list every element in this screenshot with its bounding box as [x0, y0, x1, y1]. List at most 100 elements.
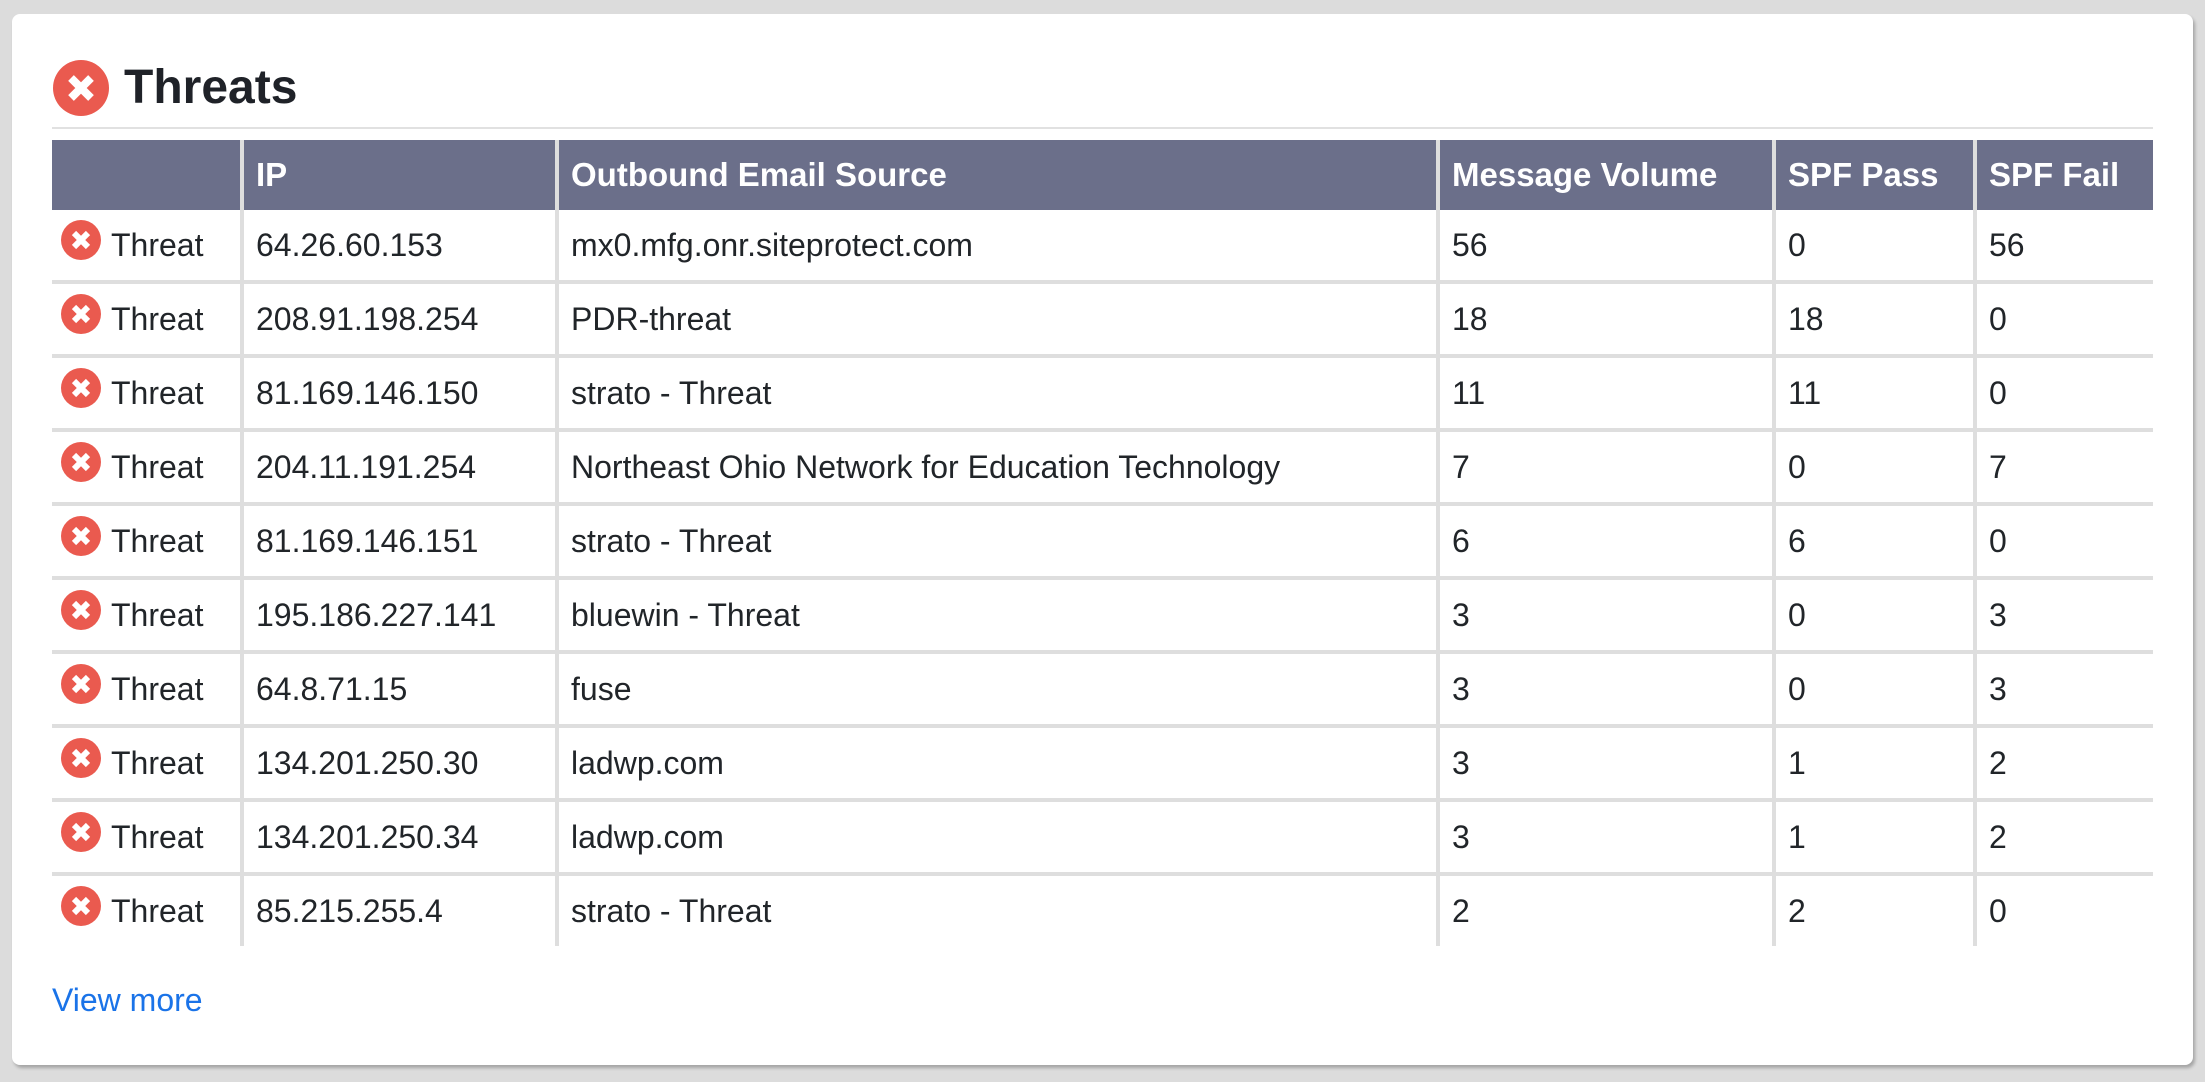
table-row: Threat 195.186.227.141 bluewin - Threat … [52, 576, 2153, 652]
column-header-spf-pass[interactable]: SPF Pass [1772, 140, 1975, 210]
message-volume-cell: 3 [1436, 798, 1774, 874]
message-volume-cell: 18 [1436, 280, 1774, 356]
header-divider [52, 127, 2153, 129]
column-header-message-volume[interactable]: Message Volume [1436, 140, 1774, 210]
message-volume-cell: 3 [1436, 724, 1774, 800]
spf-pass-cell: 1 [1772, 724, 1975, 800]
spf-fail-cell: 0 [1973, 280, 2153, 356]
spf-fail-cell: 56 [1973, 210, 2153, 282]
x-circle-icon [60, 663, 102, 705]
ip-cell: 85.215.255.4 [240, 872, 557, 946]
message-volume-cell: 56 [1436, 210, 1774, 282]
status-cell: Threat [52, 798, 242, 874]
x-circle-icon [60, 441, 102, 483]
x-circle-icon [60, 885, 102, 927]
spf-pass-cell: 0 [1772, 210, 1975, 282]
ip-cell: 64.26.60.153 [240, 210, 557, 282]
spf-fail-cell: 3 [1973, 650, 2153, 726]
spf-fail-cell: 3 [1973, 576, 2153, 652]
message-volume-cell: 6 [1436, 502, 1774, 578]
spf-pass-cell: 18 [1772, 280, 1975, 356]
threats-card: Threats IP Outbound Email Source Message… [12, 14, 2193, 1065]
source-cell: ladwp.com [555, 724, 1438, 800]
source-cell: bluewin - Threat [555, 576, 1438, 652]
spf-pass-cell: 1 [1772, 798, 1975, 874]
ip-cell: 208.91.198.254 [240, 280, 557, 356]
spf-fail-cell: 0 [1973, 502, 2153, 578]
table-row: Threat 85.215.255.4 strato - Threat 2 2 … [52, 872, 2153, 946]
spf-pass-cell: 0 [1772, 428, 1975, 504]
source-cell: PDR-threat [555, 280, 1438, 356]
table-row: Threat 64.8.71.15 fuse 3 0 3 [52, 650, 2153, 726]
ip-cell: 204.11.191.254 [240, 428, 557, 504]
status-label: Threat [111, 596, 204, 633]
status-label: Threat [111, 448, 204, 485]
x-circle-icon [60, 811, 102, 853]
status-cell: Threat [52, 354, 242, 430]
spf-fail-cell: 2 [1973, 724, 2153, 800]
ip-cell: 134.201.250.34 [240, 798, 557, 874]
status-cell: Threat [52, 650, 242, 726]
source-cell: strato - Threat [555, 502, 1438, 578]
status-label: Threat [111, 522, 204, 559]
spf-fail-cell: 2 [1973, 798, 2153, 874]
status-cell: Threat [52, 724, 242, 800]
x-circle-icon [60, 367, 102, 409]
spf-pass-cell: 6 [1772, 502, 1975, 578]
status-label: Threat [111, 744, 204, 781]
threats-table: IP Outbound Email Source Message Volume … [52, 140, 2153, 946]
table-header-row: IP Outbound Email Source Message Volume … [52, 140, 2153, 210]
ip-cell: 64.8.71.15 [240, 650, 557, 726]
table-row: Threat 134.201.250.34 ladwp.com 3 1 2 [52, 798, 2153, 874]
status-cell: Threat [52, 576, 242, 652]
spf-pass-cell: 0 [1772, 576, 1975, 652]
status-label: Threat [111, 374, 204, 411]
source-cell: strato - Threat [555, 872, 1438, 946]
source-cell: mx0.mfg.onr.siteprotect.com [555, 210, 1438, 282]
spf-pass-cell: 2 [1772, 872, 1975, 946]
table-row: Threat 64.26.60.153 mx0.mfg.onr.siteprot… [52, 210, 2153, 282]
source-cell: strato - Threat [555, 354, 1438, 430]
message-volume-cell: 11 [1436, 354, 1774, 430]
column-header-ip[interactable]: IP [240, 140, 557, 210]
status-label: Threat [111, 300, 204, 337]
table-row: Threat 81.169.146.151 strato - Threat 6 … [52, 502, 2153, 578]
spf-fail-cell: 7 [1973, 428, 2153, 504]
status-label: Threat [111, 670, 204, 707]
x-circle-icon [60, 219, 102, 261]
spf-fail-cell: 0 [1973, 872, 2153, 946]
column-header-spf-fail[interactable]: SPF Fail [1973, 140, 2153, 210]
source-cell: fuse [555, 650, 1438, 726]
spf-fail-cell: 0 [1973, 354, 2153, 430]
spf-pass-cell: 0 [1772, 650, 1975, 726]
table-row: Threat 208.91.198.254 PDR-threat 18 18 0 [52, 280, 2153, 356]
ip-cell: 81.169.146.151 [240, 502, 557, 578]
status-label: Threat [111, 226, 204, 263]
status-cell: Threat [52, 428, 242, 504]
card-header: Threats [52, 52, 297, 124]
card-title: Threats [124, 61, 298, 114]
message-volume-cell: 3 [1436, 576, 1774, 652]
x-circle-icon [60, 293, 102, 335]
message-volume-cell: 2 [1436, 872, 1774, 946]
ip-cell: 195.186.227.141 [240, 576, 557, 652]
x-circle-icon [60, 737, 102, 779]
source-cell: Northeast Ohio Network for Education Tec… [555, 428, 1438, 504]
message-volume-cell: 3 [1436, 650, 1774, 726]
status-label: Threat [111, 818, 204, 855]
spf-pass-cell: 11 [1772, 354, 1975, 430]
x-circle-icon [60, 589, 102, 631]
table-row: Threat 204.11.191.254 Northeast Ohio Net… [52, 428, 2153, 504]
status-cell: Threat [52, 502, 242, 578]
table-row: Threat 81.169.146.150 strato - Threat 11… [52, 354, 2153, 430]
ip-cell: 81.169.146.150 [240, 354, 557, 430]
table-row: Threat 134.201.250.30 ladwp.com 3 1 2 [52, 724, 2153, 800]
view-more-link[interactable]: View more [52, 982, 203, 1019]
column-header-status[interactable] [52, 140, 242, 210]
status-cell: Threat [52, 210, 242, 282]
x-circle-icon [52, 59, 110, 117]
column-header-source[interactable]: Outbound Email Source [555, 140, 1438, 210]
message-volume-cell: 7 [1436, 428, 1774, 504]
status-label: Threat [111, 892, 204, 929]
status-cell: Threat [52, 280, 242, 356]
